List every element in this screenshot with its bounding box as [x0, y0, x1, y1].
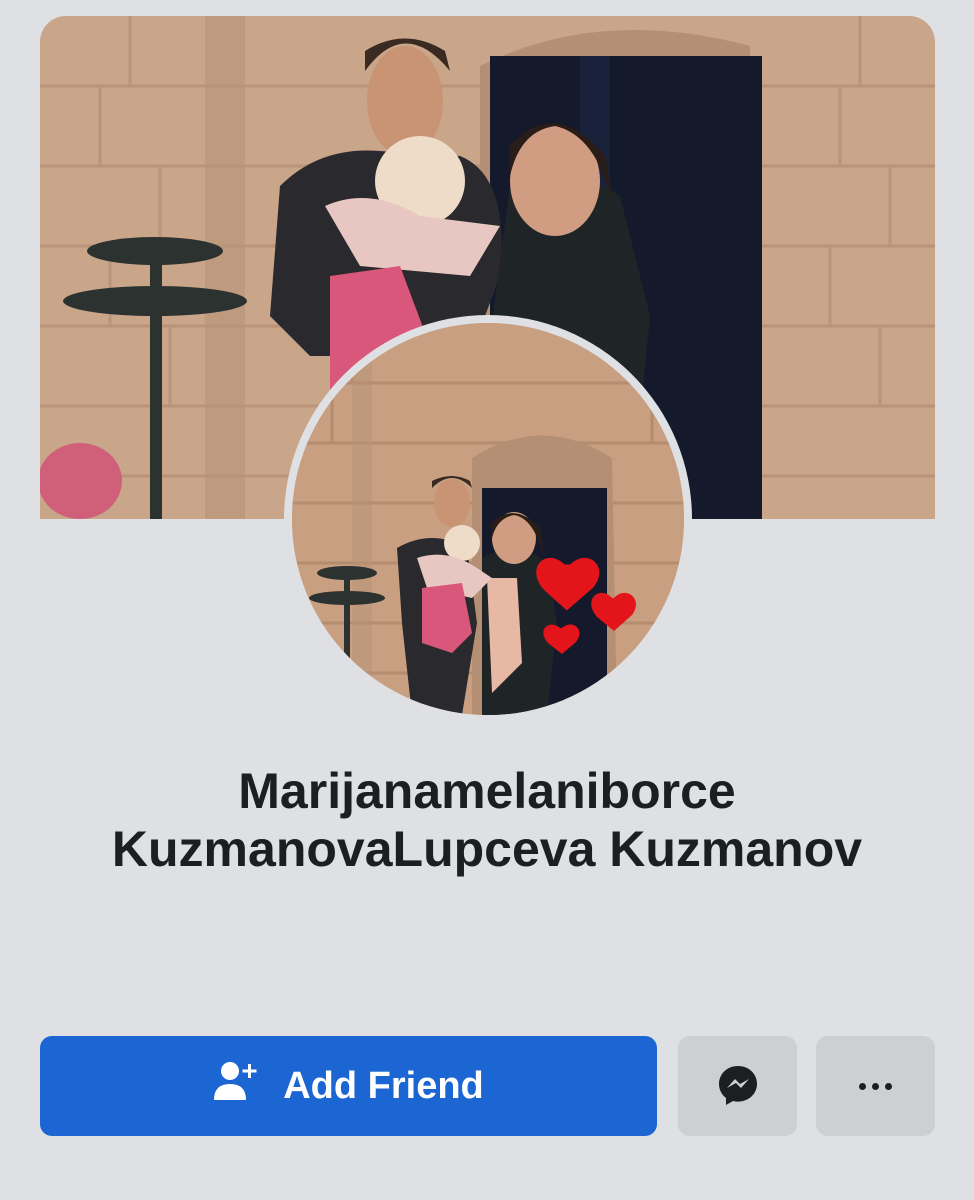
profile-name-line-2: KuzmanovaLupceva Kuzmanov: [111, 821, 863, 877]
more-options-button[interactable]: [816, 1036, 935, 1136]
add-friend-button[interactable]: Add Friend: [40, 1036, 657, 1136]
message-button[interactable]: [678, 1036, 797, 1136]
more-dots-icon: [859, 1082, 892, 1090]
messenger-icon: [716, 1063, 760, 1110]
add-friend-label: Add Friend: [283, 1064, 484, 1107]
add-person-icon: [213, 1060, 259, 1112]
profile-picture[interactable]: [292, 323, 684, 715]
profile-actions: Add Friend: [40, 1036, 935, 1136]
profile-name: Marijanamelaniborce KuzmanovaLupceva Kuz…: [0, 762, 974, 878]
profile-name-line-1: Marijanamelaniborce: [238, 763, 736, 819]
